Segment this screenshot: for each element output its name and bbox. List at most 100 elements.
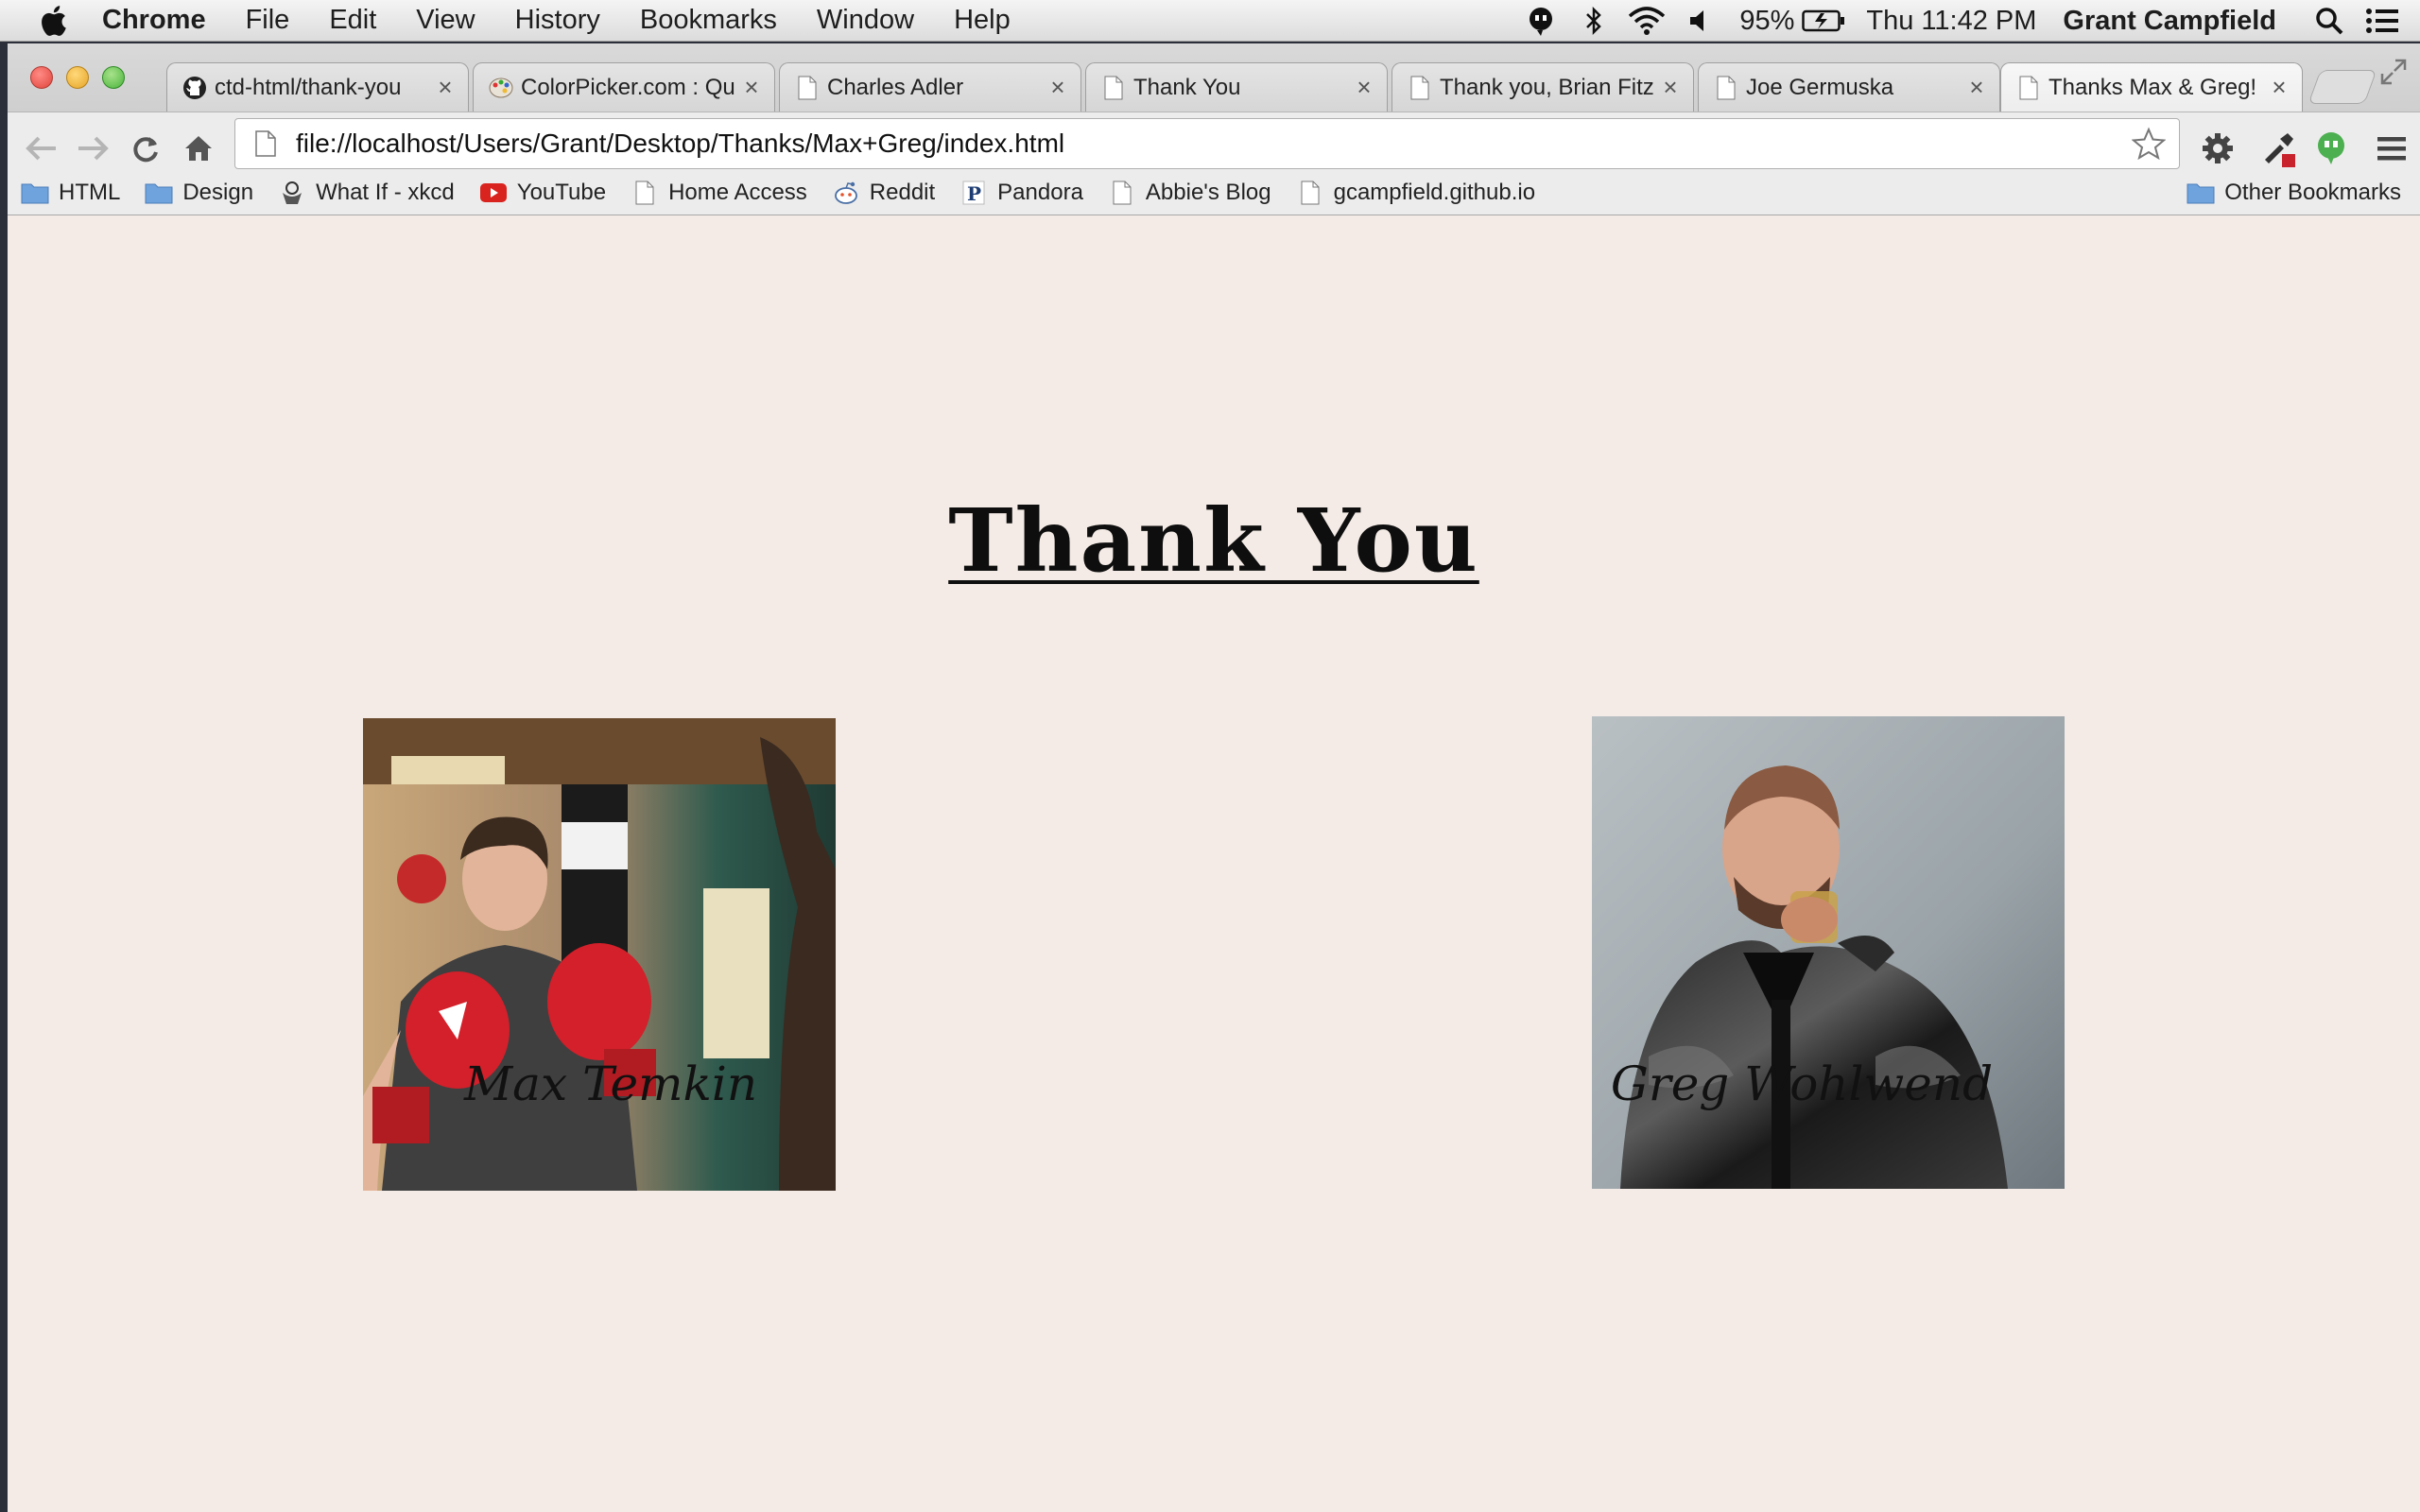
tab-title: ctd-html/thank-you <box>215 74 402 100</box>
bookmark-label: What If - xkcd <box>316 179 455 205</box>
menu-view[interactable]: View <box>396 5 494 36</box>
zoom-window-button[interactable] <box>102 66 125 89</box>
bookmark-design[interactable]: Design <box>145 180 253 206</box>
tab-charles-adler[interactable]: Charles Adler × <box>779 62 1081 112</box>
tab-close-icon[interactable]: × <box>1963 73 1990 101</box>
bookmark-pandora[interactable]: P Pandora <box>959 180 1083 206</box>
xkcd-icon <box>278 180 306 206</box>
volume-icon[interactable] <box>1681 0 1719 42</box>
forward-button[interactable] <box>72 128 113 169</box>
notification-center-icon[interactable] <box>2363 0 2401 42</box>
user-menu[interactable]: Grant Campfield <box>2063 6 2276 37</box>
tab-close-icon[interactable]: × <box>1657 73 1684 101</box>
tab-brian-fitz[interactable]: Thank you, Brian Fitz × <box>1392 62 1694 112</box>
back-button[interactable] <box>21 128 62 169</box>
bookmark-label: Design <box>182 179 254 205</box>
tab-strip: ctd-html/thank-you × ColorPicker.com : Q… <box>8 43 2420 112</box>
bookmark-label: HTML <box>59 179 121 205</box>
spotlight-search-icon[interactable] <box>2310 0 2348 42</box>
tab-title: Thanks Max & Greg! <box>2048 74 2257 100</box>
clock[interactable]: Thu 11:42 PM <box>1866 6 2036 37</box>
menu-history[interactable]: History <box>495 5 620 36</box>
palette-icon <box>489 74 513 102</box>
wifi-icon[interactable] <box>1628 0 1666 42</box>
page-icon <box>2016 74 2041 102</box>
bookmark-label: YouTube <box>516 179 607 205</box>
tab-close-icon[interactable]: × <box>1045 73 1071 101</box>
max-temkin-name: Max Temkin <box>463 1057 758 1111</box>
folder-icon <box>21 180 49 206</box>
menu-help[interactable]: Help <box>934 5 1030 36</box>
apple-menu-icon[interactable] <box>32 0 74 42</box>
tab-title: Joe Germuska <box>1746 74 1894 100</box>
minimize-window-button[interactable] <box>66 66 89 89</box>
bookmark-gcampfield[interactable]: gcampfield.github.io <box>1296 180 1535 206</box>
page-icon <box>1296 180 1324 206</box>
other-bookmarks[interactable]: Other Bookmarks <box>2187 170 2401 215</box>
settings-gear-icon[interactable] <box>2197 128 2238 169</box>
browser-window: ctd-html/thank-you × ColorPicker.com : Q… <box>8 43 2420 1512</box>
tab-thanks-max-greg[interactable]: Thanks Max & Greg! × <box>2000 62 2303 112</box>
bookmark-star-icon[interactable] <box>2128 123 2169 164</box>
page-icon <box>1101 74 1126 102</box>
tab-title: Thank you, Brian Fitz <box>1440 74 1654 100</box>
bookmark-reddit[interactable]: Reddit <box>832 180 935 206</box>
bookmark-label: gcampfield.github.io <box>1333 179 1536 205</box>
hangouts-status-icon[interactable] <box>1522 0 1560 42</box>
chrome-menu-icon[interactable] <box>2371 128 2412 169</box>
tab-thank-you[interactable]: Thank You × <box>1085 62 1388 112</box>
home-button[interactable] <box>178 128 219 169</box>
reddit-icon <box>832 180 860 206</box>
address-bar-url[interactable]: file://localhost/Users/Grant/Desktop/Tha… <box>296 129 2128 159</box>
tab-close-icon[interactable]: × <box>2266 73 2292 101</box>
close-window-button[interactable] <box>30 66 53 89</box>
pandora-icon: P <box>959 180 988 206</box>
folder-icon <box>145 180 173 206</box>
bookmark-label: Abbie's Blog <box>1145 179 1271 205</box>
bookmark-youtube[interactable]: YouTube <box>479 180 606 206</box>
tab-close-icon[interactable]: × <box>1351 73 1377 101</box>
bookmark-label: Other Bookmarks <box>2224 180 2401 205</box>
tab-title: Charles Adler <box>827 74 964 100</box>
page-content: Thank You Max Temkin Greg Wohlwend <box>8 215 2420 1512</box>
tab-close-icon[interactable]: × <box>738 73 765 101</box>
bookmark-abbies-blog[interactable]: Abbie's Blog <box>1108 180 1271 206</box>
reload-button[interactable] <box>125 128 166 169</box>
page-title: Thank You <box>948 490 1479 592</box>
bookmark-label: Pandora <box>997 179 1083 205</box>
greg-wohlwend-photo <box>1592 716 2065 1189</box>
new-tab-button[interactable] <box>2308 70 2377 104</box>
tab-github[interactable]: ctd-html/thank-you × <box>166 62 469 112</box>
eyedropper-extension-icon[interactable] <box>2257 128 2299 169</box>
page-icon <box>249 127 283 161</box>
page-icon <box>1408 74 1432 102</box>
tab-joe-germuska[interactable]: Joe Germuska × <box>1698 62 2000 112</box>
battery-icon[interactable] <box>1802 0 1845 42</box>
tab-colorpicker[interactable]: ColorPicker.com : Qu × <box>473 62 775 112</box>
menu-file[interactable]: File <box>226 5 310 36</box>
github-icon <box>182 74 207 102</box>
fullscreen-icon[interactable] <box>2378 57 2409 87</box>
bluetooth-icon[interactable] <box>1575 0 1613 42</box>
bookmark-label: Reddit <box>869 179 936 205</box>
page-icon <box>631 180 659 206</box>
greg-wohlwend-name: Greg Wohlwend <box>1610 1057 1994 1111</box>
address-bar[interactable]: file://localhost/Users/Grant/Desktop/Tha… <box>234 118 2180 169</box>
battery-percentage: 95% <box>1739 5 1795 36</box>
bookmark-html[interactable]: HTML <box>21 180 120 206</box>
page-icon <box>1108 180 1136 206</box>
bookmark-label: Home Access <box>668 179 807 205</box>
hangouts-extension-icon[interactable] <box>2310 128 2352 169</box>
menu-chrome[interactable]: Chrome <box>102 5 226 36</box>
menu-bookmarks[interactable]: Bookmarks <box>620 5 797 36</box>
svg-text:P: P <box>967 182 981 205</box>
tab-title: Thank You <box>1133 74 1241 100</box>
youtube-icon <box>479 180 508 206</box>
menu-window[interactable]: Window <box>797 5 934 36</box>
menu-edit[interactable]: Edit <box>309 5 396 36</box>
folder-icon <box>2187 180 2215 206</box>
page-heading: Thank You <box>8 490 2420 592</box>
bookmark-home-access[interactable]: Home Access <box>631 180 807 206</box>
bookmark-what-if-xkcd[interactable]: What If - xkcd <box>278 180 455 206</box>
tab-close-icon[interactable]: × <box>432 73 458 101</box>
